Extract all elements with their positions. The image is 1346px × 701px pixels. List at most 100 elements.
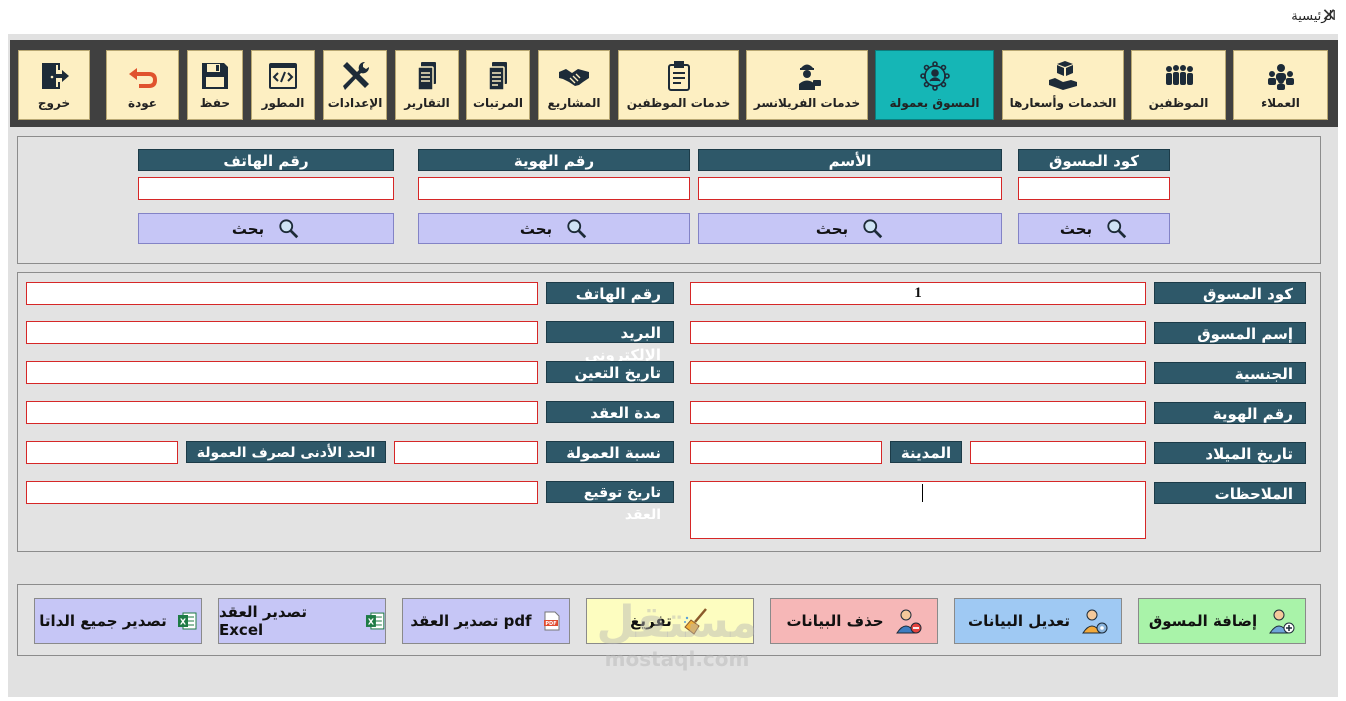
toolbar-services-button[interactable]: الخدمات وأسعارها <box>1002 50 1124 120</box>
label-phone: رقم الهاتف <box>546 282 674 304</box>
toolbar-clients-button[interactable]: العملاء <box>1233 50 1328 120</box>
svg-text:X: X <box>368 617 374 626</box>
label-marketer-code: كود المسوق <box>1154 282 1306 304</box>
search-code-input[interactable] <box>1018 177 1170 200</box>
label-contract-sign-date: تاريخ توقيع العقد <box>546 481 674 523</box>
toolbar-label: العملاء <box>1261 96 1300 110</box>
search-icon <box>279 218 299 238</box>
contract-duration-field[interactable] <box>26 401 538 424</box>
search-button-label: بحث <box>815 219 849 238</box>
add-marketer-button[interactable]: إضافة المسوق <box>1138 598 1306 644</box>
label-contract-duration: مدة العقد <box>546 401 674 423</box>
toolbar-label: الموظفين <box>1148 96 1209 110</box>
contract-sign-date-field[interactable] <box>26 481 538 504</box>
toolbar-freelancer-button[interactable]: خدمات الفريلانسر <box>746 50 868 120</box>
close-icon[interactable]: ✕ <box>1318 4 1340 28</box>
search-id-input[interactable] <box>418 177 690 200</box>
toolbar-projects-button[interactable]: المشاريع <box>538 50 610 120</box>
search-icon <box>863 218 883 238</box>
toolbar-employees-button[interactable]: الموظفين <box>1131 50 1226 120</box>
label-email: البريد الإلكتروني <box>546 321 674 364</box>
action-label: تصدير العقد Excel <box>219 603 307 639</box>
toolbar-label: المسوق بعمولة <box>889 96 980 110</box>
top-toolbar: العملاء الموظفين الخدمات وأسعارها المسوق… <box>10 40 1338 127</box>
search-phone-input[interactable] <box>138 177 394 200</box>
search-code-header: كود المسوق <box>1018 149 1170 171</box>
commission-rate-field[interactable] <box>394 441 538 464</box>
toolbar-label: الخدمات وأسعارها <box>1009 96 1117 110</box>
toolbar-label: عودة <box>128 96 157 110</box>
toolbar-developer-button[interactable]: المطور <box>251 50 315 120</box>
toolbar-label: المرتبات <box>472 96 524 110</box>
id-number-field[interactable] <box>690 401 1146 424</box>
label-hire-date: تاريخ التعين <box>546 361 674 383</box>
action-label: حذف البيانات <box>786 612 884 630</box>
city-field[interactable] <box>690 441 882 464</box>
edit-data-button[interactable]: تعديل البيانات <box>954 598 1122 644</box>
clear-button[interactable]: تفريغ <box>586 598 754 644</box>
toolbar-salaries-button[interactable]: المرتبات <box>466 50 530 120</box>
birth-date-field[interactable] <box>970 441 1146 464</box>
label-city: المدينة <box>890 441 962 463</box>
crowd-icon <box>1165 65 1193 85</box>
toolbar-label: خدمات الموظفين <box>626 96 731 110</box>
label-marketer-name: إسم المسوق <box>1154 322 1306 344</box>
text-cursor <box>922 484 923 502</box>
window-titlebar: الرئيسية ✕ <box>0 0 1346 34</box>
toolbar-settings-button[interactable]: الإعدادات <box>323 50 387 120</box>
min-commission-field[interactable] <box>26 441 178 464</box>
search-id-header: رقم الهوية <box>418 149 690 171</box>
code-icon <box>269 63 297 89</box>
remove-user-icon <box>895 609 922 634</box>
search-phone-header: رقم الهاتف <box>138 149 394 171</box>
exit-door-icon <box>42 63 69 89</box>
email-field[interactable] <box>26 321 538 344</box>
pdf-file-icon: PDF <box>543 611 560 631</box>
phone-field[interactable] <box>26 282 538 305</box>
search-phone-button[interactable]: بحث <box>138 213 394 244</box>
toolbar-label: الإعدادات <box>327 96 383 110</box>
toolbar-label: المشاريع <box>547 96 601 110</box>
svg-text:X: X <box>180 618 187 627</box>
export-all-data-button[interactable]: تصدير جميع الداتا X <box>34 598 202 644</box>
notes-textarea[interactable] <box>690 481 1146 539</box>
action-label: تعديل البيانات <box>968 612 1070 630</box>
group-icon <box>1267 64 1294 90</box>
marketer-name-field[interactable] <box>690 321 1146 344</box>
export-contract-pdf-button[interactable]: تصدير العقد pdf PDF <box>402 598 570 644</box>
documents-icon <box>488 62 507 91</box>
toolbar-reports-button[interactable]: التقارير <box>395 50 459 120</box>
search-code-button[interactable]: بحث <box>1018 213 1170 244</box>
marketer-code-field[interactable]: 1 <box>690 282 1146 305</box>
action-label: إضافة المسوق <box>1148 612 1258 630</box>
action-label: تفريغ <box>630 612 672 630</box>
tools-icon <box>343 61 370 90</box>
nationality-field[interactable] <box>690 361 1146 384</box>
export-contract-excel-button[interactable]: تصدير العقد Excel X <box>218 598 386 644</box>
label-commission-rate: نسبة العمولة <box>546 441 674 463</box>
hire-date-field[interactable] <box>26 361 538 384</box>
user-settings-icon <box>1082 609 1108 634</box>
report-icon <box>417 62 436 91</box>
search-button-label: بحث <box>519 219 553 238</box>
action-label: تصدير العقد pdf <box>410 612 532 630</box>
toolbar-label: خدمات الفريلانسر <box>753 96 861 110</box>
excel-file-icon: X <box>177 612 197 630</box>
toolbar-save-button[interactable]: حفظ <box>187 50 243 120</box>
search-icon <box>567 218 587 238</box>
toolbar-exit-button[interactable]: خروج <box>18 50 90 120</box>
delete-data-button[interactable]: حذف البيانات <box>770 598 938 644</box>
search-name-button[interactable]: بحث <box>698 213 1002 244</box>
service-box-icon <box>1049 61 1077 90</box>
toolbar-back-button[interactable]: عودة <box>106 50 179 120</box>
add-user-icon <box>1269 609 1295 634</box>
search-id-button[interactable]: بحث <box>418 213 690 244</box>
clipboard-icon <box>667 61 690 91</box>
search-button-label: بحث <box>1059 219 1093 238</box>
toolbar-employee-services-button[interactable]: خدمات الموظفين <box>618 50 739 120</box>
toolbar-commission-marketer-button[interactable]: المسوق بعمولة <box>875 50 994 120</box>
search-name-header: الأسم <box>698 149 1002 171</box>
handshake-icon <box>559 69 589 86</box>
broom-icon <box>683 608 707 635</box>
search-name-input[interactable] <box>698 177 1002 200</box>
